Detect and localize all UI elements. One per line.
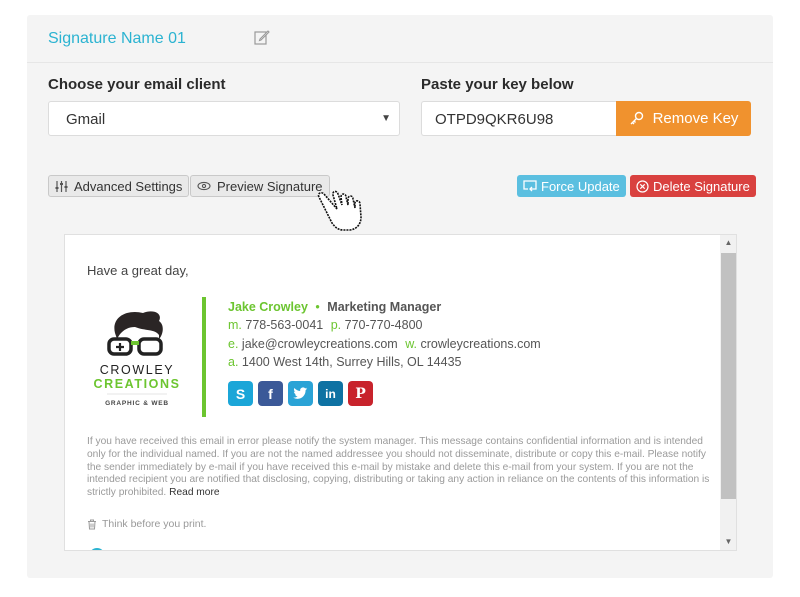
email-prefix: e. [228,336,239,351]
scroll-up-arrow[interactable]: ▲ [720,235,736,251]
separator: • [315,300,320,314]
preview-signature-label: Preview Signature [217,178,323,194]
twitter-icon[interactable] [288,381,313,406]
phone-number[interactable]: 770-770-4800 [345,318,423,332]
skype-icon[interactable]: S [228,381,253,406]
advanced-settings-label: Advanced Settings [74,178,183,194]
logo-line-2: CREATIONS [93,377,180,391]
mobile-prefix: m. [228,318,242,333]
key-value: OTPD9QKR6U98 [435,111,554,128]
refresh-screen-icon [523,180,537,192]
linkedin-icon[interactable]: in [318,381,343,406]
key-icon [630,111,643,124]
greeting-text: Have a great day, [87,263,189,278]
trash-icon [88,519,96,529]
preview-signature-button[interactable]: Preview Signature [190,175,330,197]
address-prefix: a. [228,354,239,369]
hand-pointer-cursor-icon [317,190,362,231]
key-input[interactable]: OTPD9QKR6U98 [421,101,617,136]
close-circle-icon [636,179,649,193]
website-link[interactable]: crowleycreations.com [421,337,541,351]
print-note-text: Think before you print. [102,518,207,530]
print-note: Think before you print. [87,518,206,530]
sliders-icon [55,180,68,192]
delete-signature-button[interactable]: Delete Signature [630,175,756,197]
job-title: Marketing Manager [327,300,442,314]
phone-line: m. 778-563-0041 p. 770-770-4800 [228,316,541,334]
remove-key-label: Remove Key [652,110,739,127]
address-text: 1400 West 14th, Surrey Hills, OL 14435 [241,354,462,369]
address-line: a. 1400 West 14th, Surrey Hills, OL 1443… [228,353,541,371]
edit-icon[interactable] [254,29,270,45]
email-link[interactable]: jake@crowleycreations.com [242,337,398,351]
partial-badge-icon [89,548,105,550]
pinterest-icon[interactable]: P [348,381,373,406]
key-label: Paste your key below [421,76,574,93]
email-client-label: Choose your email client [48,76,226,93]
name-line: Jake Crowley • Marketing Manager [228,298,541,316]
force-update-button[interactable]: Force Update [517,175,626,197]
eye-icon [197,181,211,191]
email-client-value: Gmail [66,111,106,128]
contact-line: e. jake@crowleycreations.com w. crowleyc… [228,335,541,353]
disclaimer-text: If you have received this email in error… [87,436,712,500]
facebook-icon[interactable]: f [258,381,283,406]
logo-line-3: GRAPHIC & WEB [105,400,169,407]
scrollbar-thumb[interactable] [721,253,736,499]
web-prefix: w. [405,336,418,351]
phone-prefix: p. [330,318,342,333]
chevron-down-icon: ▼ [381,113,391,124]
advanced-settings-button[interactable]: Advanced Settings [48,175,190,197]
force-update-label: Force Update [541,178,620,194]
email-client-select[interactable]: Gmail ▼ [48,101,400,136]
panel-header: Signature Name 01 [27,15,773,63]
delete-signature-label: Delete Signature [653,178,750,194]
remove-key-button[interactable]: Remove Key [616,101,751,136]
preview-scrollbar[interactable]: ▲ ▼ [720,235,736,550]
social-icons: S f in P [228,381,373,406]
logo-line-1: CROWLEY [100,363,174,377]
signature-preview: Have a great day, CROWLEY CREATIONS GRAP… [64,234,737,551]
person-name: Jake Crowley [228,300,308,314]
signature-name[interactable]: Signature Name 01 [48,30,186,48]
scroll-down-arrow[interactable]: ▼ [720,534,736,550]
read-more-link[interactable]: Read more [169,487,219,498]
company-logo: CROWLEY CREATIONS GRAPHIC & WEB [93,311,180,407]
green-divider [202,297,206,417]
signature-details: Jake Crowley • Marketing Manager m. 778-… [228,298,541,371]
signature-panel: Signature Name 01 Choose your email clie… [27,15,773,578]
mobile-number[interactable]: 778-563-0041 [245,318,323,332]
